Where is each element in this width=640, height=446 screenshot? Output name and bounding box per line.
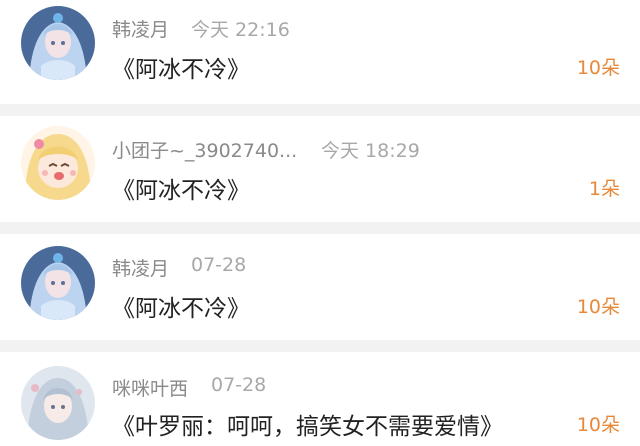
separator: [0, 340, 640, 352]
flower-count: 10朵: [576, 414, 620, 436]
timestamp: 今天 18:29: [321, 140, 420, 162]
username[interactable]: 韩凌月: [112, 15, 169, 42]
blue-haired-girl-avatar-icon[interactable]: [21, 6, 95, 80]
flower-count: 10朵: [576, 57, 620, 79]
comment-text: 《阿冰不冷》: [112, 296, 250, 322]
timestamp: 07-28: [211, 374, 267, 396]
username[interactable]: 韩凌月: [112, 254, 169, 281]
timestamp: 今天 22:16: [191, 19, 290, 41]
comment-text: 《叶罗丽：呵呵，搞笑女不需要爱情》: [112, 414, 503, 440]
blonde-chibi-girl-avatar-icon[interactable]: [21, 126, 95, 200]
timestamp: 07-28: [191, 254, 247, 276]
username[interactable]: 小团子~_3902740...: [112, 136, 297, 163]
flower-count: 10朵: [576, 296, 620, 318]
flower-count: 1朵: [588, 178, 620, 200]
comment-item: 韩凌月 07-28 《阿冰不冷》 10朵: [0, 234, 640, 340]
comment-item: 韩凌月 今天 22:16 《阿冰不冷》 10朵: [0, 0, 640, 104]
username[interactable]: 咪咪叶西: [112, 374, 188, 401]
separator: [0, 104, 640, 116]
comment-item: 咪咪叶西 07-28 《叶罗丽：呵呵，搞笑女不需要爱情》 10朵: [0, 352, 640, 446]
silver-haired-girl-avatar-icon[interactable]: [21, 366, 95, 440]
separator: [0, 222, 640, 234]
comment-text: 《阿冰不冷》: [112, 57, 250, 83]
comment-text: 《阿冰不冷》: [112, 178, 250, 204]
comment-item: 小团子~_3902740... 今天 18:29 《阿冰不冷》 1朵: [0, 116, 640, 222]
blue-haired-girl-avatar-icon[interactable]: [21, 246, 95, 320]
